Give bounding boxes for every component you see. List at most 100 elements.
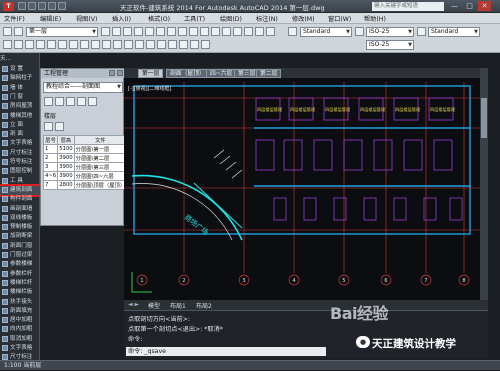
sidebar-item-5[interactable]: 楼梯其他	[0, 112, 40, 121]
sidebar-item-13[interactable]: 建筑剖面	[0, 183, 42, 197]
vertical-scrollbar[interactable]	[480, 68, 488, 300]
menu-window[interactable]: 窗口(W)	[328, 14, 351, 23]
circle-icon[interactable]	[25, 40, 34, 49]
extend-icon[interactable]	[113, 40, 122, 49]
table-row[interactable]: 1 5100 分层图\第一层	[42, 144, 128, 154]
floor-add-icon[interactable]	[44, 122, 53, 131]
layer-select[interactable]: 第一层 ▼	[26, 27, 98, 37]
dim-style-icon[interactable]	[355, 27, 364, 36]
sidebar-item-30[interactable]: 文字表格	[0, 344, 40, 353]
menu-edit[interactable]: 编辑(E)	[40, 14, 61, 23]
layer-delete-icon[interactable]	[200, 27, 209, 36]
sidebar-item-25[interactable]: 扶手接头	[0, 298, 40, 307]
sidebar-item-28[interactable]: 向内加粗	[0, 325, 40, 334]
layer-previous-icon[interactable]	[112, 27, 121, 36]
layer-state-icon[interactable]	[14, 27, 23, 36]
app-logo-icon[interactable]: T	[3, 2, 14, 11]
layer-on-icon[interactable]	[255, 27, 264, 36]
menu-format[interactable]: 格式(O)	[148, 14, 170, 23]
move-icon[interactable]	[69, 40, 78, 49]
save-file-icon[interactable]	[38, 2, 46, 10]
panel-tool-icon-2[interactable]	[55, 97, 64, 106]
mirror-icon[interactable]	[135, 40, 144, 49]
layer-off-icon[interactable]	[156, 27, 165, 36]
menu-tools[interactable]: 工具(T)	[184, 14, 205, 23]
sidebar-item-27[interactable]: 居中加粗	[0, 316, 40, 325]
sidebar-item-10[interactable]: 符号标注	[0, 158, 40, 167]
tab-drawing-3[interactable]: 四~六层	[206, 69, 237, 78]
table-cell[interactable]: 分层图\顶层（屋顶）	[73, 180, 128, 190]
layout-nav-icon[interactable]: ◄ ►	[128, 301, 139, 308]
layer-freeze-icon[interactable]	[134, 27, 143, 36]
menu-file[interactable]: 文件(F)	[4, 14, 25, 23]
tab-layout1[interactable]: 布局1	[170, 301, 186, 310]
layer-isolate-icon[interactable]	[123, 27, 132, 36]
layer-manager-icon[interactable]	[3, 27, 12, 36]
sidebar-item-22[interactable]: 参数栏杆	[0, 270, 40, 279]
properties-icon[interactable]	[201, 40, 210, 49]
polyline-icon[interactable]	[14, 40, 23, 49]
table-header-cell[interactable]: 层号	[42, 135, 59, 145]
table-cell[interactable]: 分层图\第二层	[73, 153, 128, 163]
layer-walk-icon[interactable]	[167, 27, 176, 36]
tab-drawing-5[interactable]: 第二层	[256, 69, 282, 78]
layer-copy-icon[interactable]	[266, 27, 275, 36]
command-input[interactable]: 命令: _qsave	[126, 347, 326, 356]
sidebar-item-11[interactable]: 图层控制	[0, 167, 40, 176]
sidebar-item-26[interactable]: 剖面填充	[0, 307, 40, 316]
view-label[interactable]: [-][俯视][二维线框]	[128, 85, 172, 92]
table-cell[interactable]: 分层图\第一层	[73, 144, 128, 154]
table-cell[interactable]: 2800	[57, 180, 75, 190]
maximize-button[interactable]: □	[463, 1, 476, 11]
offset-icon[interactable]	[124, 40, 133, 49]
table-cell[interactable]: 3900	[57, 162, 75, 172]
table-cell[interactable]: 4~6	[42, 171, 59, 181]
table-header-cell[interactable]: 层高	[57, 135, 75, 145]
table-style-icon[interactable]	[417, 27, 426, 36]
table-row[interactable]: 3 3900 分层图\第三层	[42, 162, 128, 172]
panel-tool-icon-5[interactable]	[88, 97, 97, 106]
menu-modify[interactable]: 修改(M)	[292, 14, 315, 23]
undo-icon[interactable]	[48, 2, 56, 10]
sidebar-item-29[interactable]: 取消加粗	[0, 335, 40, 344]
explode-icon[interactable]	[157, 40, 166, 49]
drawing-canvas[interactable]: 1 2 3 4 5 6 7 8 四层楼层管理 四层楼层管理 四层楼层管理 四层楼…	[124, 68, 480, 300]
table-cell[interactable]: 7	[42, 180, 59, 190]
table-cell[interactable]: 3	[42, 162, 59, 172]
rotate-icon[interactable]	[91, 40, 100, 49]
hatch-icon[interactable]	[58, 40, 67, 49]
table-row[interactable]: 4~6 3900 分层图\四~六层	[42, 171, 128, 181]
panel-autohide-icon[interactable]	[109, 70, 115, 76]
open-file-icon[interactable]	[28, 2, 36, 10]
tab-layout2[interactable]: 布局2	[196, 301, 212, 310]
arc-icon[interactable]	[36, 40, 45, 49]
text-style-icon[interactable]	[288, 27, 297, 36]
copy-icon[interactable]	[80, 40, 89, 49]
tab-drawing-1[interactable]: 第一层	[138, 69, 164, 78]
table-header-cell[interactable]: 文件	[73, 135, 128, 145]
table-cell[interactable]: 3900	[57, 153, 75, 163]
layer-unisolate-icon[interactable]	[222, 27, 231, 36]
table-cell[interactable]: 1	[42, 144, 59, 154]
panel-close-icon[interactable]	[117, 70, 123, 76]
erase-icon[interactable]	[146, 40, 155, 49]
search-input[interactable]: 键入关键字或短语	[372, 2, 444, 11]
sidebar-item-19[interactable]: 剖面门窗	[0, 242, 40, 251]
sidebar-item-3[interactable]: 门 窗	[0, 93, 40, 102]
menu-insert[interactable]: 插入(I)	[112, 14, 131, 23]
table-cell[interactable]: 分层图\四~六层	[73, 171, 128, 181]
sidebar-item-0[interactable]: 设 置	[0, 65, 40, 74]
trim-icon[interactable]	[102, 40, 111, 49]
layer-match-icon[interactable]	[178, 27, 187, 36]
layer-lock-icon[interactable]	[145, 27, 154, 36]
menu-dimension[interactable]: 标注(N)	[256, 14, 278, 23]
dim-style-select[interactable]: ISO-25 ▼	[366, 27, 414, 37]
close-button[interactable]: ✕	[478, 1, 491, 11]
rectangle-icon[interactable]	[47, 40, 56, 49]
sidebar-item-9[interactable]: 尺寸标注	[0, 149, 40, 158]
sidebar-item-4[interactable]: 房间屋顶	[0, 102, 40, 111]
menu-draw[interactable]: 绘图(D)	[220, 14, 242, 23]
tab-drawing-2[interactable]: 剖面（屋顶）	[166, 69, 209, 78]
menu-help[interactable]: 帮助(H)	[364, 14, 386, 23]
sidebar-item-1[interactable]: 轴网柱子	[0, 74, 40, 83]
